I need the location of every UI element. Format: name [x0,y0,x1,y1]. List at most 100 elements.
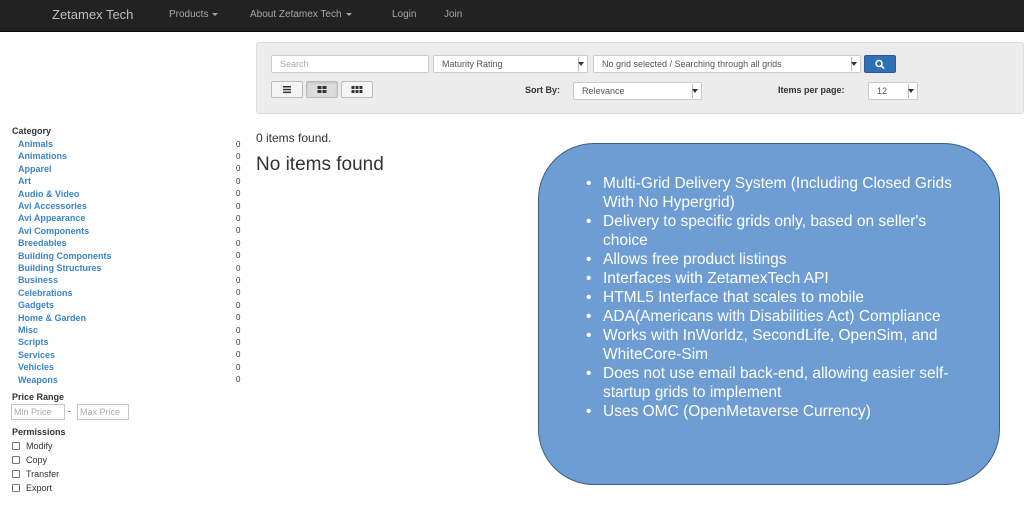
category-count: 0 [236,350,241,360]
maturity-rating-select[interactable]: Maturity Rating [433,55,588,73]
grid-select-value: No grid selected / Searching through all… [602,59,782,69]
category-count: 0 [236,313,241,323]
feature-item: Delivery to specific grids only, based o… [583,212,963,250]
feature-item: ADA(Americans with Disabilities Act) Com… [583,307,963,326]
category-link[interactable]: Animations [18,151,67,161]
maturity-rating-value: Maturity Rating [442,59,503,69]
category-link[interactable]: Avi Components [18,226,89,236]
category-count: 0 [236,337,241,347]
permission-checkbox[interactable] [12,484,20,492]
feature-item: Interfaces with ZetamexTech API [583,269,963,288]
category-link[interactable]: Services [18,350,55,360]
search-panel [256,42,1024,114]
permission-checkbox[interactable] [12,456,20,464]
category-count: 0 [236,275,241,285]
category-link[interactable]: Home & Garden [18,313,86,323]
category-link[interactable]: Celebrations [18,288,73,298]
search-icon [875,59,885,69]
no-items-heading: No items found [256,154,384,175]
dropdown-arrow-icon [578,62,584,66]
sort-by-label: Sort By: [525,85,561,95]
min-price-input[interactable]: Min Price [11,404,65,420]
search-input[interactable]: Search [271,55,429,73]
nav-products-label: Products [169,9,209,20]
category-link[interactable]: Vehicles [18,362,54,372]
brand-logo-text[interactable]: Zetamex Tech [52,7,133,22]
items-per-page-value: 12 [877,86,888,96]
category-count: 0 [236,251,241,261]
category-count: 0 [236,263,241,273]
category-link[interactable]: Avi Appearance [18,213,85,223]
permission-checkbox[interactable] [12,470,20,478]
category-link[interactable]: Avi Accessories [18,201,87,211]
category-link[interactable]: Art [18,176,31,186]
sort-select[interactable]: Relevance [573,82,702,100]
permission-label: Transfer [26,469,60,479]
category-count: 0 [236,325,241,335]
feature-item: Uses OMC (OpenMetaverse Currency) [583,402,963,421]
feature-item: Does not use email back-end, allowing ea… [583,364,963,402]
category-link[interactable]: Building Structures [18,263,102,273]
category-link[interactable]: Gadgets [18,300,54,310]
category-link[interactable]: Business [18,275,58,285]
category-count: 0 [236,375,241,385]
permission-label: Copy [26,455,48,465]
nav-join[interactable]: Join [444,9,462,20]
list-view-icon [283,86,291,94]
category-link[interactable]: Audio & Video [18,189,79,199]
items-per-page-label: Items per page: [778,85,845,95]
search-button[interactable] [864,55,896,73]
chevron-down-icon [345,12,352,16]
features-callout: Multi-Grid Delivery System (Including Cl… [538,143,1000,485]
top-navbar: Zetamex Tech Products About Zetamex Tech… [0,0,1024,32]
dropdown-arrow-icon [692,89,698,93]
permission-checkbox[interactable] [12,442,20,450]
category-count: 0 [236,213,241,223]
category-link[interactable]: Apparel [18,164,52,174]
feature-item: Allows free product listings [583,250,963,269]
grid-select[interactable]: No grid selected / Searching through all… [593,55,861,73]
compact-grid-icon [351,86,363,93]
category-count: 0 [236,189,241,199]
nav-products[interactable]: Products [169,9,219,20]
category-link[interactable]: Building Components [18,251,112,261]
permission-label: Export [26,483,53,493]
category-count: 0 [236,288,241,298]
compact-grid-view-button[interactable] [341,81,373,98]
dropdown-arrow-icon [851,62,857,66]
category-count: 0 [236,139,241,149]
grid-view-icon [317,86,327,93]
permissions-heading: Permissions [12,427,66,437]
category-link[interactable]: Weapons [18,375,58,385]
results-count: 0 items found. [256,131,332,145]
list-view-button[interactable] [271,81,303,98]
category-count: 0 [236,226,241,236]
permission-label: Modify [26,441,53,451]
price-range-heading: Price Range [12,392,65,402]
category-link[interactable]: Misc [18,325,38,335]
feature-item: Works with InWorldz, SecondLife, OpenSim… [583,326,963,364]
nav-about-label: About Zetamex Tech [250,9,342,20]
feature-item: Multi-Grid Delivery System (Including Cl… [583,174,963,212]
category-count: 0 [236,151,241,161]
price-separator: - [68,406,71,416]
category-count: 0 [236,362,241,372]
feature-item: HTML5 Interface that scales to mobile [583,288,963,307]
category-link[interactable]: Breedables [18,238,67,248]
category-count: 0 [236,164,241,174]
category-count: 0 [236,238,241,248]
features-list: Multi-Grid Delivery System (Including Cl… [583,174,963,421]
category-count: 0 [236,300,241,310]
items-per-page-select[interactable]: 12 [868,82,918,100]
grid-view-button[interactable] [306,81,338,98]
category-link[interactable]: Animals [18,139,53,149]
nav-login[interactable]: Login [392,9,416,20]
category-heading: Category [12,126,52,136]
nav-about[interactable]: About Zetamex Tech [250,9,352,20]
max-price-input[interactable]: Max Price [77,404,129,420]
category-count: 0 [236,201,241,211]
sort-select-value: Relevance [582,86,625,96]
dropdown-arrow-icon [908,89,914,93]
category-link[interactable]: Scripts [18,337,49,347]
category-count: 0 [236,176,241,186]
